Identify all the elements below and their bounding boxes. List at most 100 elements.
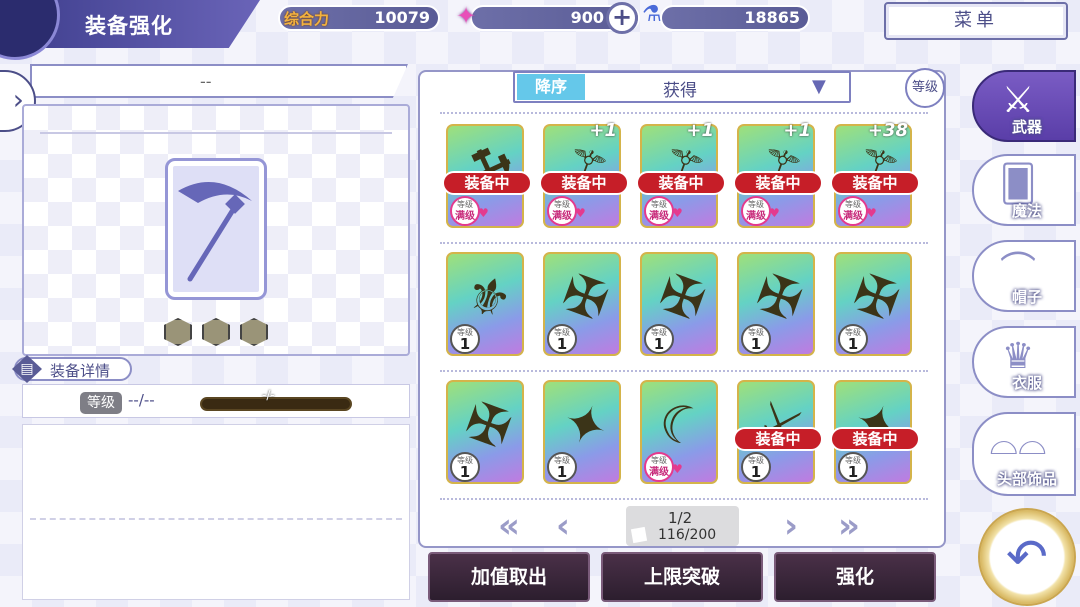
level-circle: 等级 满级 (838, 196, 868, 226)
grade-filter-button[interactable]: 等级 (905, 68, 945, 108)
tab-magic[interactable]: 🂠 魔法 (972, 154, 1076, 226)
sort-order-button[interactable]: 降序 (517, 74, 585, 100)
level-value: 1 (459, 463, 471, 481)
level-value: 1 (653, 335, 665, 353)
tab-label: 衣服 (1011, 374, 1042, 392)
level-circle: 等级 满级 (741, 196, 771, 226)
level-value: 满级 (552, 211, 572, 222)
level-value: 1 (750, 463, 762, 481)
gem-icon: ✦ (456, 2, 477, 30)
inventory-count: 116/200 (658, 527, 717, 543)
level-value: 1 (750, 335, 762, 353)
potion-value: 18865 (744, 8, 800, 27)
level-caption: 等级 (845, 200, 861, 209)
tab-hat[interactable]: ⌒ 帽子 (972, 240, 1076, 312)
heart-icon: ♥ (866, 206, 877, 220)
level-caption: 等级 (748, 200, 764, 209)
level-value: 1 (556, 463, 568, 481)
scythe-placeholder-icon (178, 182, 252, 282)
level-circle: 等级 1 (741, 452, 771, 482)
heart-icon: ♥ (672, 462, 683, 476)
menu-button[interactable]: 菜单 (884, 2, 1068, 40)
equipment-card[interactable]: ✠ 等级 1 (543, 252, 621, 356)
heart-icon: ♥ (575, 206, 586, 220)
equipped-badge: 装备中 (830, 171, 920, 195)
tab-label: 魔法 (1011, 202, 1042, 220)
page-title: 装备强化 (85, 14, 173, 38)
limit-break-button[interactable]: 上限突破 (601, 552, 763, 602)
equipment-card[interactable]: ✦ 装备中 等级 1 (830, 380, 920, 484)
level-value: 满级 (746, 211, 766, 222)
withdraw-button[interactable]: 加值取出 (428, 552, 590, 602)
plus-value: +1 (686, 120, 714, 141)
tab-head-accessory[interactable]: ⌓⌓ 头部饰品 (972, 412, 1076, 496)
equipment-card[interactable]: ✠ 等级 1 (640, 252, 718, 356)
next-page-button[interactable]: › (784, 506, 798, 546)
equipment-card[interactable]: ⚜ 等级 1 (446, 252, 524, 356)
level-progress-text: -/- (262, 388, 275, 402)
equipped-badge: 装备中 (636, 171, 726, 195)
equipment-card[interactable]: ⚒ 装备中 等级 满级 ♥ (442, 124, 532, 228)
level-circle: 等级 满级 (547, 196, 577, 226)
row-divider (440, 498, 928, 500)
tab-label: 武器 (1011, 118, 1042, 136)
heart-icon: ♥ (769, 206, 780, 220)
clock-emblem-icon (0, 0, 60, 60)
level-circle: 等级 1 (547, 324, 577, 354)
equipment-card[interactable]: ✠ 等级 1 (834, 252, 912, 356)
back-button[interactable]: ↶ (978, 508, 1076, 606)
return-arrow-icon: ↶ (1006, 528, 1048, 586)
equipment-card[interactable]: ⚚ +1 装备中 等级 满级 ♥ (636, 120, 726, 228)
level-circle: 等级 满级 (644, 196, 674, 226)
level-circle: 等级 1 (547, 452, 577, 482)
plus-value: +1 (589, 120, 617, 141)
first-page-button[interactable]: « (498, 506, 520, 546)
level-value: 满级 (649, 211, 669, 222)
equipment-card[interactable]: ✦ 等级 1 (543, 380, 621, 484)
enhance-button[interactable]: 强化 (774, 552, 936, 602)
equipment-card[interactable]: ✠ 等级 1 (446, 380, 524, 484)
level-circle: 等级 满级 (644, 452, 674, 482)
equipped-badge: 装备中 (539, 171, 629, 195)
heart-icon: ♥ (672, 206, 683, 220)
heart-icon: ♥ (478, 206, 489, 220)
equipped-badge: 装备中 (830, 427, 920, 451)
prev-page-button[interactable]: ‹ (556, 506, 570, 546)
page-number: 1/2 (668, 509, 693, 527)
tab-weapon[interactable]: ⚔ 武器 (972, 70, 1076, 142)
tab-label: 帽子 (1011, 288, 1042, 306)
equipment-card[interactable]: ⚚ +1 装备中 等级 满级 ♥ (539, 120, 629, 228)
equipment-card[interactable]: ⚔ 装备中 等级 1 (733, 380, 823, 484)
level-caption: 等级 (651, 456, 667, 465)
level-circle: 等级 满级 (450, 196, 480, 226)
card-count-icon (630, 526, 648, 544)
equipment-card[interactable]: ⚚ +38 装备中 等级 满级 ♥ (830, 120, 920, 228)
level-value: 1 (847, 335, 859, 353)
preview-divider (40, 132, 392, 134)
sort-key-label: 获得 (663, 81, 697, 101)
equipment-card[interactable]: ⚚ +1 装备中 等级 满级 ♥ (733, 120, 823, 228)
level-circle: 等级 1 (838, 452, 868, 482)
level-value: 满级 (455, 211, 475, 222)
equipment-card[interactable]: ☾ 等级 满级 ♥ (640, 380, 718, 484)
equipment-card[interactable]: ✠ 等级 1 (737, 252, 815, 356)
level-caption: 等级 (554, 200, 570, 209)
add-gem-button[interactable]: + (606, 2, 638, 34)
level-value: 满级 (649, 467, 669, 478)
item-name-bar (30, 64, 408, 98)
last-page-button[interactable]: » (838, 506, 860, 546)
tab-clothes[interactable]: ♛ 衣服 (972, 326, 1076, 398)
level-circle: 等级 1 (838, 324, 868, 354)
detail-box (22, 424, 410, 600)
detail-divider (30, 518, 402, 520)
potion-stat: 18865 (660, 5, 810, 31)
row-divider (440, 242, 928, 244)
level-value: 满级 (843, 211, 863, 222)
tab-label: 头部饰品 (996, 470, 1057, 488)
equipped-badge: 装备中 (442, 171, 532, 195)
power-stat: 综合力 10079 (278, 5, 440, 31)
chevron-down-icon[interactable]: ▼ (812, 76, 826, 97)
detail-label: 装备详情 (50, 362, 111, 380)
potion-icon: ⚗ (642, 2, 662, 27)
item-name: -- (200, 72, 212, 91)
